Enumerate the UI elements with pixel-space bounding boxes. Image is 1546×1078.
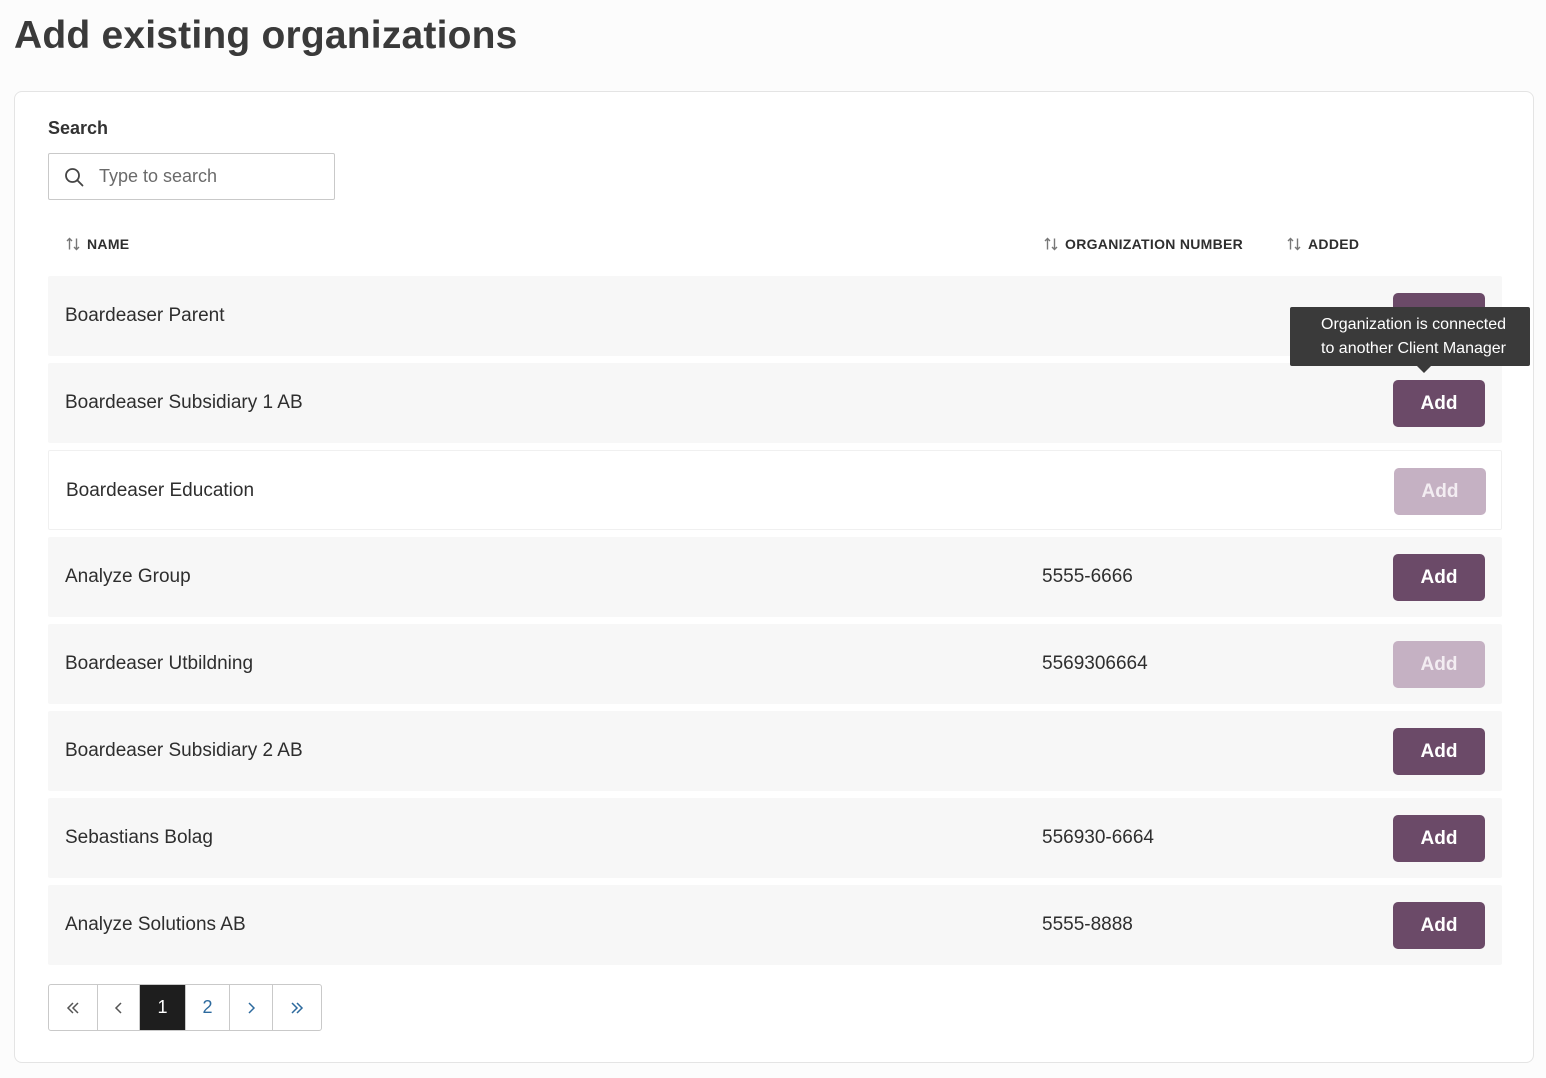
double-chevron-left-icon: [66, 1001, 79, 1014]
table-row: Analyze Solutions AB 5555-8888 Add: [48, 885, 1502, 965]
add-button[interactable]: Add: [1393, 554, 1485, 601]
add-button[interactable]: Add: [1393, 815, 1485, 862]
tooltip: Organization is connected to another Cli…: [1290, 307, 1530, 373]
search-label: Search: [48, 118, 109, 138]
column-header-name[interactable]: NAME: [65, 234, 129, 254]
organization-name: Analyze Solutions AB: [65, 914, 246, 935]
column-header-org-number-label: ORGANIZATION NUMBER: [1065, 236, 1244, 252]
table-row: Boardeaser Education Add: [48, 450, 1502, 530]
table-row: Boardeaser Subsidiary 2 AB Add: [48, 711, 1502, 791]
table-row: Sebastians Bolag 556930-6664 Add: [48, 798, 1502, 878]
organization-name: Analyze Group: [65, 566, 191, 587]
organization-number: 5555-6666: [1042, 566, 1133, 587]
first-page-button[interactable]: [49, 985, 98, 1030]
previous-page-button[interactable]: [98, 985, 140, 1030]
page-title: Add existing organizations: [14, 14, 518, 57]
chevron-right-icon: [248, 1001, 256, 1014]
organization-name: Boardeaser Education: [66, 480, 255, 501]
organization-number: 5555-8888: [1042, 914, 1133, 935]
table-row: Boardeaser Parent Add: [48, 276, 1502, 356]
page-button-2[interactable]: 2: [186, 985, 230, 1030]
column-header-added[interactable]: ADDED: [1286, 234, 1359, 254]
add-button[interactable]: Add: [1393, 902, 1485, 949]
page-button-1[interactable]: 1: [140, 985, 186, 1030]
next-page-button[interactable]: [230, 985, 273, 1030]
search-box[interactable]: [48, 153, 335, 200]
tooltip-line-2: to another Client Manager: [1321, 340, 1506, 357]
pagination: 1 2: [48, 984, 322, 1031]
search-input[interactable]: [99, 154, 329, 199]
table-row: Analyze Group 5555-6666 Add: [48, 537, 1502, 617]
table-row: Boardeaser Subsidiary 1 AB Add: [48, 363, 1502, 443]
organization-number: 556930-6664: [1042, 827, 1154, 848]
add-button-disabled[interactable]: Add: [1393, 641, 1485, 688]
last-page-button[interactable]: [273, 985, 321, 1030]
organization-name: Boardeaser Subsidiary 2 AB: [65, 740, 303, 761]
column-header-org-number[interactable]: ORGANIZATION NUMBER: [1043, 234, 1243, 254]
tooltip-line-1: Organization is connected: [1321, 316, 1506, 333]
column-header-name-label: NAME: [87, 236, 130, 252]
organizations-card: Search NAME ORGANIZATION NUMBER ADDED Bo…: [14, 91, 1534, 1063]
sort-icon: [66, 237, 80, 251]
sort-icon: [1287, 237, 1301, 251]
column-header-added-label: ADDED: [1308, 236, 1360, 252]
sort-icon: [1044, 237, 1058, 251]
search-icon: [65, 168, 84, 187]
add-button-disabled[interactable]: Add: [1394, 468, 1486, 515]
organization-name: Boardeaser Utbildning: [65, 653, 254, 674]
double-chevron-right-icon: [291, 1001, 304, 1014]
add-button[interactable]: Add: [1393, 380, 1485, 427]
add-button[interactable]: Add: [1393, 728, 1485, 775]
organization-name: Sebastians Bolag: [65, 827, 213, 848]
table-row: Boardeaser Utbildning 5569306664 Add: [48, 624, 1502, 704]
organization-name: Boardeaser Parent: [65, 305, 225, 326]
chevron-left-icon: [114, 1001, 122, 1014]
organization-name: Boardeaser Subsidiary 1 AB: [65, 392, 303, 413]
organization-number: 5569306664: [1042, 653, 1148, 674]
